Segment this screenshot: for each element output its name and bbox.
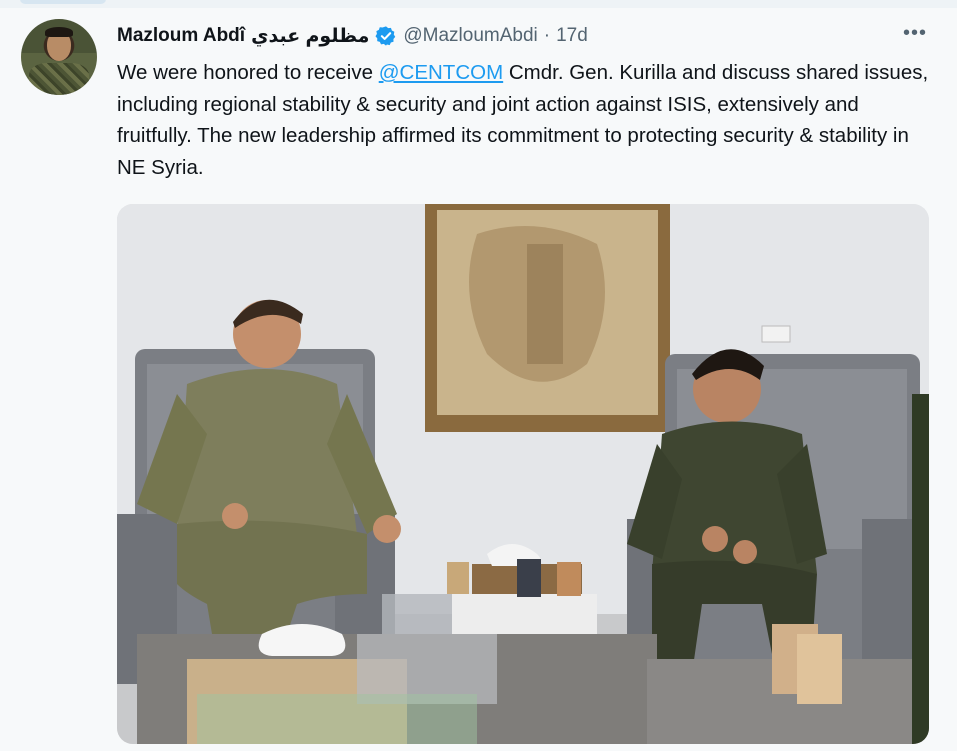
tweet: Mazloum Abdî مظلوم عبدي @MazloumAbdi · 1…: [0, 0, 957, 751]
tweet-text: We were honored to receive @CENTCOM Cmdr…: [117, 57, 937, 183]
avatar[interactable]: [21, 19, 97, 95]
timestamp[interactable]: 17d: [556, 25, 588, 47]
author-name-arabic[interactable]: مظلوم عبدي: [251, 25, 369, 48]
tweet-header: Mazloum Abdî مظلوم عبدي @MazloumAbdi · 1…: [117, 22, 588, 50]
separator-dot: ·: [543, 25, 551, 46]
author-name[interactable]: Mazloum Abdî: [117, 25, 245, 47]
tweet-text-part: We were honored to receive: [117, 61, 379, 84]
verified-badge-icon: [375, 25, 397, 47]
photo-illustration: [117, 204, 929, 744]
author-handle[interactable]: @MazloumAbdi: [403, 25, 537, 47]
more-options-icon[interactable]: •••: [903, 23, 927, 43]
tweet-photo[interactable]: [117, 204, 929, 744]
mention-link[interactable]: @CENTCOM: [379, 61, 503, 84]
